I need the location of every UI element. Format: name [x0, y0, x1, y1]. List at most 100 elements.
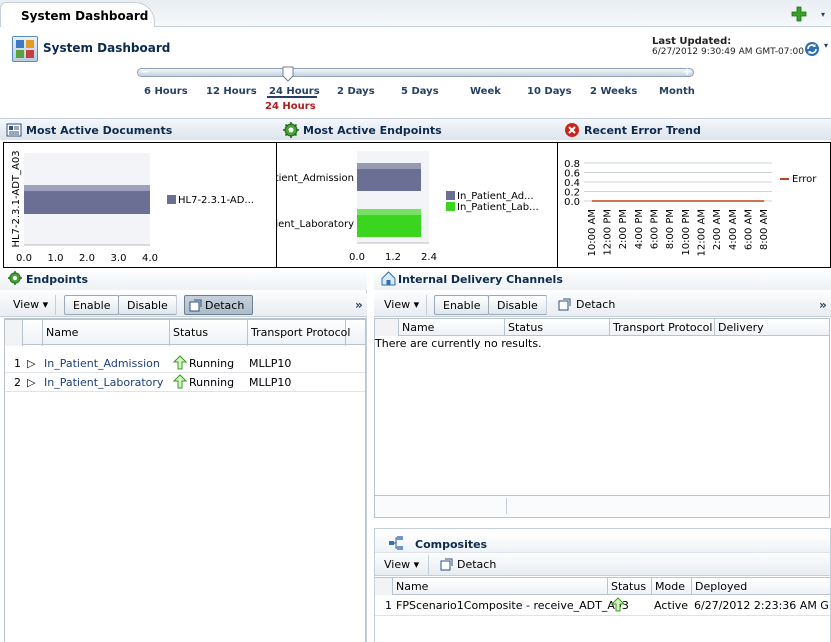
composite-mode: Active	[654, 599, 689, 612]
endpoint-status: Running	[189, 357, 235, 370]
expand-icon[interactable]: ▷	[27, 357, 35, 370]
tick-6-hours[interactable]: 6 Hours	[144, 86, 188, 97]
x-tick-label: 10:00 AM	[587, 209, 598, 256]
chart-documents: 0.0 1.0 2.0 3.0 4.0 HL7-2.3.1-ADT_A03 HL7-2.3.…	[3, 142, 277, 268]
x-tick-label: 4:00 PM	[634, 209, 645, 249]
composites-header: Composites	[375, 533, 830, 553]
panel-header-documents: Most Active Documents	[0, 118, 277, 140]
legend-label: In_Patient_Lab...	[457, 202, 539, 213]
selected-tick-underline	[267, 96, 317, 98]
detach-button[interactable]: Detach	[184, 295, 254, 315]
table-row[interactable]: 1 ▷ In_Patient_Admission Running MLLP10	[5, 354, 365, 373]
toolbar-overflow-button[interactable]: »	[819, 298, 827, 312]
panel-title-errors: Recent Error Trend	[584, 124, 701, 137]
tick-week[interactable]: Week	[470, 86, 501, 97]
dashboard-icon	[12, 36, 38, 62]
toolbar-overflow-button[interactable]: »	[355, 298, 363, 312]
running-up-arrow-icon	[611, 597, 625, 612]
disable-button[interactable]: Disable	[118, 295, 177, 315]
column-name[interactable]: Name	[399, 319, 505, 336]
tick-2-days[interactable]: 2 Days	[337, 86, 375, 97]
column-name[interactable]: Name	[393, 578, 608, 595]
table-row[interactable]: 1 FPScenario1Composite - receive_ADT_A03…	[375, 596, 830, 616]
composites-toolbar: View ▾ Detach	[375, 554, 830, 576]
column-status[interactable]: Status	[505, 319, 610, 336]
y-category-label: ient_Laboratory	[277, 219, 354, 230]
toolbar-separator	[176, 295, 177, 315]
bar-highlight	[357, 209, 421, 215]
x-tick-label: 0.0	[16, 253, 32, 264]
endpoints-toolbar: View ▾ Enable Disable Detach »	[0, 293, 367, 317]
refresh-menu-icon[interactable]: ▾	[824, 41, 828, 50]
composite-icon	[389, 536, 403, 550]
tick-2-weeks[interactable]: 2 Weeks	[590, 86, 637, 97]
x-tick-label: 8:00 AM	[759, 209, 770, 250]
tab-system-dashboard[interactable]: System Dashboard	[0, 2, 155, 27]
endpoints-table: Name Status Transport Protocol 1 ▷ In_Pa…	[4, 318, 366, 642]
chart-errors: 0.8 0.6 0.4 0.2 0.0 10:00 AM 12:00 PM 2:00 PM 4:…	[557, 142, 831, 268]
x-tick-label: 2:00 PM	[618, 209, 629, 249]
detach-button[interactable]: Detach	[556, 298, 615, 311]
view-label: View	[13, 298, 40, 311]
column-status[interactable]: Status	[608, 578, 652, 595]
panel-header-errors: Recent Error Trend	[558, 118, 831, 140]
tab-menu-icon[interactable]: ▾	[821, 10, 825, 19]
home-icon	[381, 271, 396, 286]
channels-view-menu[interactable]: View ▾	[384, 298, 419, 311]
tick-12-hours[interactable]: 12 Hours	[206, 86, 257, 97]
composite-name[interactable]: FPScenario1Composite - receive_ADT_A03	[396, 599, 629, 612]
channels-toolbar: View ▾ Enable Disable Detach »	[374, 293, 831, 317]
endpoint-name-link[interactable]: In_Patient_Admission	[44, 357, 160, 370]
legend-swatch	[446, 202, 455, 211]
tick-10-days[interactable]: 10 Days	[527, 86, 572, 97]
x-tick-label: 12:00 AM	[697, 209, 708, 256]
detach-button[interactable]: Detach	[438, 558, 496, 571]
chart-endpoints: 0.0 1.2 2.4 tient_Admission ient_Laboratory I…	[275, 142, 558, 268]
last-updated-label: Last Updated:	[652, 36, 732, 47]
composites-view-menu[interactable]: View ▾	[384, 558, 419, 571]
x-tick-label: 2.4	[421, 252, 437, 263]
time-range-slider[interactable]	[137, 68, 694, 77]
refresh-icon[interactable]	[803, 40, 821, 58]
zoom-out-button[interactable]: −	[139, 66, 151, 77]
column-name[interactable]: Name	[43, 320, 170, 346]
endpoint-status: Running	[189, 376, 235, 389]
tick-month[interactable]: Month	[659, 86, 695, 97]
x-tick-label: 8:00 PM	[665, 209, 676, 249]
toolbar-separator	[546, 295, 547, 315]
slider-thumb[interactable]	[282, 66, 294, 82]
enable-button[interactable]: Enable	[64, 295, 120, 315]
enable-button[interactable]: Enable	[434, 295, 490, 315]
column-transport-protocol[interactable]: Transport Protocol	[610, 319, 715, 336]
zoom-in-button[interactable]: +	[681, 66, 693, 77]
error-icon	[565, 123, 579, 137]
x-tick-label: 2.0	[79, 253, 95, 264]
tick-5-days[interactable]: 5 Days	[401, 86, 439, 97]
column-transport-protocol[interactable]: Transport Protocol	[248, 320, 350, 346]
endpoints-view-menu[interactable]: View ▾	[13, 298, 48, 311]
add-icon[interactable]	[790, 5, 808, 23]
y-category-label: HL7-2.3.1-ADT_A03	[11, 150, 22, 247]
x-tick-label: 12:00 PM	[603, 209, 614, 256]
table-row[interactable]: 2 ▷ In_Patient_Laboratory Running MLLP10	[5, 373, 365, 392]
x-tick-label: 0.0	[349, 252, 365, 263]
endpoint-name-link[interactable]: In_Patient_Laboratory	[44, 376, 163, 389]
detach-icon	[558, 298, 571, 311]
disable-button[interactable]: Disable	[488, 295, 547, 315]
x-tick-label: 3.0	[111, 253, 127, 264]
column-status[interactable]: Status	[170, 320, 248, 346]
endpoints-table-header: Name Status Transport Protocol	[5, 319, 365, 346]
column-mode[interactable]: Mode	[652, 578, 692, 595]
composite-deployed: 6/27/2012 2:23:36 AM GMT-	[694, 599, 830, 612]
bar-highlight	[357, 163, 421, 169]
endpoints-bar-chart: 0.0 1.2 2.4 tient_Admission ient_Laboratory I…	[275, 151, 539, 263]
x-tick-label: 4.0	[142, 253, 158, 264]
detach-label: Detach	[576, 298, 616, 311]
expand-icon[interactable]: ▷	[27, 376, 35, 389]
channels-table: Name Status Transport Protocol Delivery …	[374, 318, 830, 518]
column-deployed[interactable]: Deployed	[692, 578, 830, 595]
endpoint-protocol: MLLP10	[249, 357, 292, 370]
column-delivery[interactable]: Delivery	[715, 319, 829, 336]
column-expand	[23, 320, 43, 346]
footer-divider	[506, 498, 507, 514]
